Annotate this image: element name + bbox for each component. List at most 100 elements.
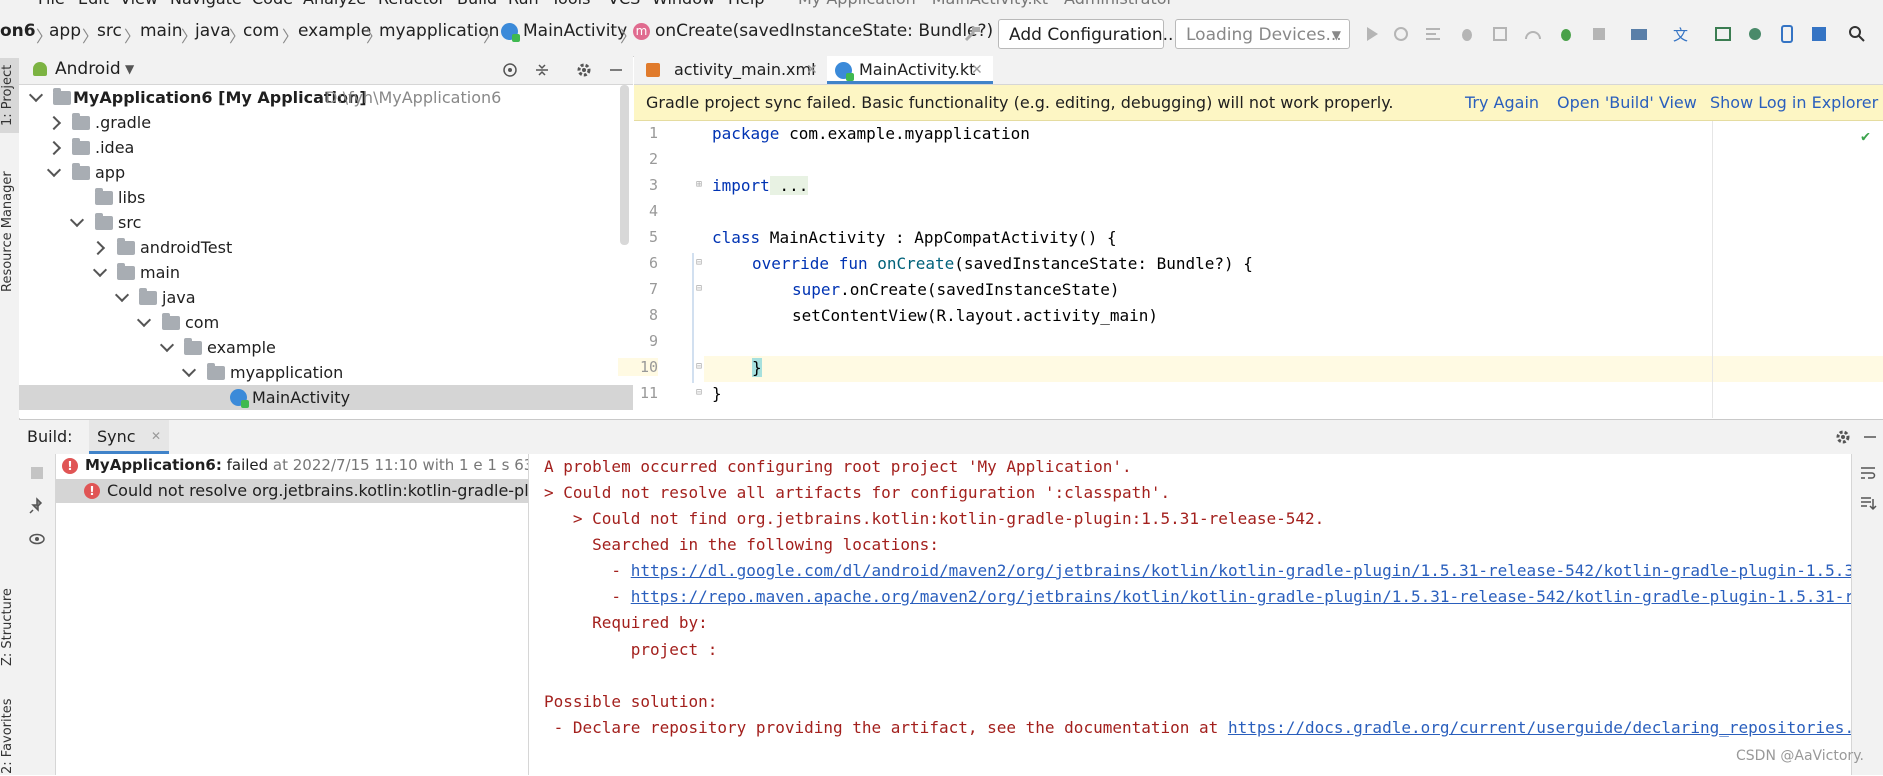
build-tree-root[interactable]: ! MyApplication6: failed at 2022/7/15 11…: [56, 454, 528, 479]
tree-row-src[interactable]: src: [19, 210, 633, 235]
close-icon[interactable]: ✕: [971, 56, 983, 84]
tree-row-idea[interactable]: .idea: [19, 135, 633, 160]
project-tool-tab[interactable]: 1: Project: [0, 58, 19, 133]
tree-row-androidtest[interactable]: androidTest: [19, 235, 633, 260]
device-manager-icon[interactable]: [1778, 25, 1796, 43]
menu-refactor[interactable]: Refactor: [378, 0, 445, 8]
tree-row-app[interactable]: app: [19, 160, 633, 185]
tab-mainactivity-kt[interactable]: MainActivity.kt ✕: [827, 56, 993, 84]
structure-tool-tab[interactable]: Z: Structure: [0, 581, 19, 673]
translate-icon[interactable]: 文: [1672, 25, 1690, 43]
code-editor[interactable]: package com.example.myapplication import…: [704, 121, 1883, 418]
chevron-down-icon: [136, 312, 152, 328]
tree-row-mainactivity[interactable]: MainActivity: [19, 385, 633, 410]
fold-icon[interactable]: ⊟: [696, 387, 702, 398]
tree-row-com[interactable]: com: [19, 310, 633, 335]
pin-icon[interactable]: [28, 497, 46, 515]
build-output-console[interactable]: A problem occurred configuring root proj…: [529, 454, 1851, 775]
tree-row-myapplication[interactable]: myapplication: [19, 360, 633, 385]
project-structure-icon[interactable]: [1630, 25, 1648, 43]
code-line: override fun onCreate(savedInstanceState…: [752, 254, 1253, 273]
menu-tools[interactable]: Tools: [551, 0, 590, 8]
fold-icon[interactable]: ⊞: [696, 179, 702, 190]
breadcrumb-src[interactable]: src: [97, 21, 122, 41]
tree-row-java[interactable]: java: [19, 285, 633, 310]
menu-view[interactable]: View: [120, 0, 158, 8]
menu-edit[interactable]: Edit: [78, 0, 109, 8]
locate-icon[interactable]: [501, 61, 519, 79]
apply-changes-icon[interactable]: [1392, 25, 1410, 43]
device-selector[interactable]: Loading Devices... ▼: [1175, 19, 1350, 49]
menu-window[interactable]: Window: [652, 0, 715, 8]
avd-manager-icon[interactable]: [1746, 25, 1764, 43]
eye-icon[interactable]: [28, 530, 46, 548]
breadcrumb-main[interactable]: main: [140, 21, 182, 41]
menu-run[interactable]: Run: [508, 0, 539, 8]
maven-google-link[interactable]: https://dl.google.com/dl/android/maven2/…: [631, 561, 1851, 580]
breadcrumb-myapplication[interactable]: myapplication: [379, 21, 499, 41]
try-again-link[interactable]: Try Again: [1465, 85, 1539, 120]
line-number: 11: [639, 384, 658, 402]
close-icon[interactable]: ✕: [806, 56, 818, 84]
gradle-docs-link[interactable]: https://docs.gradle.org/current/userguid…: [1228, 718, 1851, 737]
debug-icon[interactable]: [1458, 25, 1476, 43]
breadcrumb-project[interactable]: on6: [0, 21, 36, 41]
menu-vcs[interactable]: VCS: [608, 0, 640, 8]
tab-activity-main-xml[interactable]: activity_main.xml ✕: [640, 56, 825, 84]
fold-icon[interactable]: ⊟: [696, 361, 702, 372]
minimize-icon[interactable]: [607, 61, 625, 79]
minimize-icon[interactable]: [1861, 428, 1879, 446]
fold-icon[interactable]: ⊟: [696, 283, 702, 294]
menu-build[interactable]: Build: [457, 0, 497, 8]
tab-sync[interactable]: Sync ✕: [89, 420, 169, 454]
profile-icon[interactable]: [1524, 25, 1542, 43]
folder-icon: [95, 188, 113, 205]
tree-label: myapplication: [230, 363, 344, 382]
attach-debugger-icon[interactable]: [1557, 25, 1575, 43]
layout-inspector-icon[interactable]: [1714, 25, 1732, 43]
resource-manager-tool-tab[interactable]: Resource Manager: [0, 164, 19, 299]
breadcrumb-oncreate[interactable]: onCreate(savedInstanceState: Bundle?): [655, 21, 993, 41]
breadcrumb-com[interactable]: com: [243, 21, 279, 41]
apply-code-changes-icon[interactable]: [1424, 25, 1442, 43]
tree-row-libs[interactable]: libs: [19, 185, 633, 210]
output-line: > Could not resolve all artifacts for co…: [544, 483, 1171, 502]
search-icon[interactable]: [1848, 25, 1866, 43]
scroll-to-end-icon[interactable]: [1859, 494, 1877, 512]
project-view-mode[interactable]: Android: [55, 59, 121, 79]
run-icon[interactable]: [1363, 25, 1381, 43]
hammer-icon[interactable]: [963, 25, 981, 43]
add-configuration-button[interactable]: Add Configuration...: [998, 19, 1179, 49]
coverage-icon[interactable]: [1491, 25, 1509, 43]
collapse-all-icon[interactable]: [533, 61, 551, 79]
breadcrumb-java[interactable]: java: [195, 21, 231, 41]
stop-icon[interactable]: [1590, 25, 1608, 43]
show-log-link[interactable]: Show Log in Explorer: [1710, 85, 1878, 120]
favorites-tool-tab[interactable]: 2: Favorites: [0, 696, 19, 776]
close-icon[interactable]: ✕: [151, 429, 161, 443]
maven-central-link[interactable]: https://repo.maven.apache.org/maven2/org…: [631, 587, 1851, 606]
menu-analyze[interactable]: Analyze: [303, 0, 366, 8]
stop-icon[interactable]: [28, 464, 46, 482]
gear-icon[interactable]: [1834, 428, 1852, 446]
sdk-manager-icon[interactable]: [1810, 25, 1828, 43]
project-scrollbar[interactable]: [620, 85, 629, 245]
project-panel-header: Android ▼: [19, 56, 633, 85]
breadcrumb-example[interactable]: example: [298, 21, 371, 41]
tree-row-main[interactable]: main: [19, 260, 633, 285]
build-tree-error-item[interactable]: ! Could not resolve org.jetbrains.kotlin…: [56, 479, 528, 503]
gear-icon[interactable]: [575, 61, 593, 79]
breadcrumb-mainactivity[interactable]: MainActivity: [523, 21, 627, 41]
breadcrumb-app[interactable]: app: [49, 21, 81, 41]
menu-navigate[interactable]: Navigate: [170, 0, 242, 8]
chevron-down-icon[interactable]: ▼: [125, 62, 134, 76]
tree-row-gradle[interactable]: .gradle: [19, 110, 633, 135]
menu-help[interactable]: Help: [728, 0, 764, 8]
soft-wrap-icon[interactable]: [1859, 464, 1877, 482]
fold-icon[interactable]: ⊟: [696, 257, 702, 268]
menu-file[interactable]: File: [38, 0, 65, 8]
tree-row-example[interactable]: example: [19, 335, 633, 360]
menu-code[interactable]: Code: [252, 0, 293, 8]
tree-row-root[interactable]: MyApplication6 [My Application] D:\fyh\M…: [19, 85, 633, 110]
open-build-view-link[interactable]: Open 'Build' View: [1557, 85, 1697, 120]
